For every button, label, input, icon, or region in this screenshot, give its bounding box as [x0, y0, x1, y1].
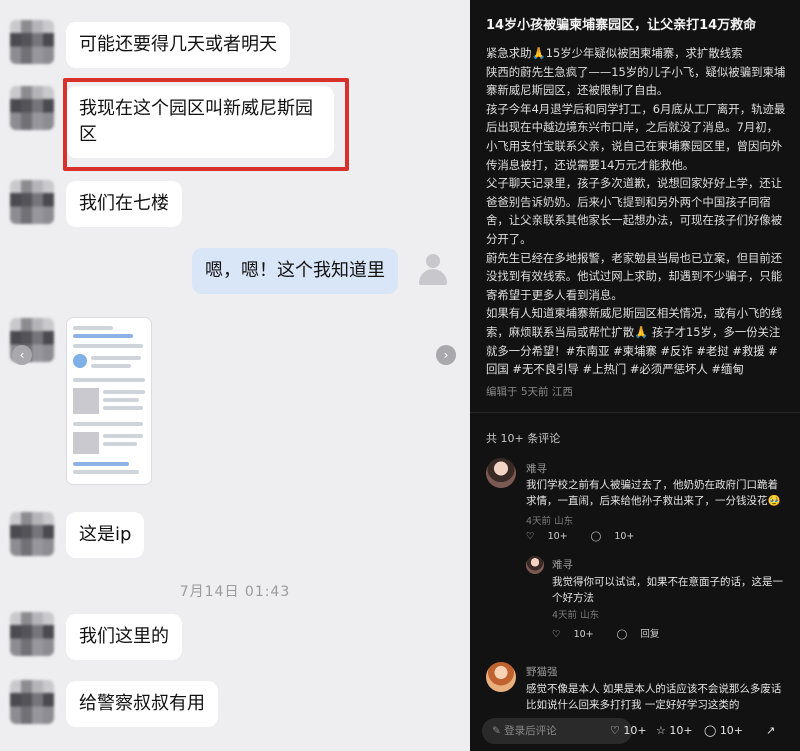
hashtag-link[interactable]: #必须严惩坏人	[630, 362, 712, 376]
reply-button[interactable]: ◯ 10+	[591, 531, 645, 542]
divider	[470, 412, 800, 413]
post-panel: 14岁小孩被骗柬埔寨园区，让父亲打14万救命 紧急求助🙏15岁少年疑似被困柬埔寨…	[470, 0, 800, 751]
reply-label: 回复	[640, 629, 660, 640]
bottom-action-bar: ✎ 登录后评论 ♡ 10+ ☆ 10+ ◯ 10+ ↗	[470, 715, 800, 751]
commenter-avatar[interactable]	[486, 662, 516, 692]
post-paragraph: 陕西的蔚先生急疯了——15岁的儿子小飞，疑似被骗到柬埔寨新威尼斯园区，还被限制了…	[486, 64, 786, 98]
star-icon: ☆	[656, 724, 666, 737]
comment-actions: ♡ 10+ ◯ 10+	[526, 531, 654, 542]
like-count: 10+	[623, 724, 647, 737]
commenter-name[interactable]: 难寻	[552, 557, 573, 572]
message-text: 给警察叔叔有用	[79, 693, 205, 714]
heart-icon: ♡	[610, 724, 620, 737]
comment-count: 10+	[719, 724, 744, 737]
hashtag-link[interactable]: #反诈	[660, 344, 696, 358]
hashtag-link[interactable]: #缅甸	[711, 362, 743, 376]
share-icon[interactable]: ↗	[766, 724, 775, 737]
comment-actions: ♡ 10+ ◯ 回复	[552, 626, 679, 640]
like-button[interactable]: ♡ 10+	[552, 629, 604, 640]
hashtag-link[interactable]: #东南亚	[566, 344, 613, 358]
right-arrow-icon[interactable]: ›	[436, 345, 456, 365]
image-thumbnail[interactable]	[67, 318, 151, 484]
heart-icon: ♡	[552, 629, 561, 640]
chat-timestamp: 7月14日 01:43	[179, 584, 291, 600]
avatar	[10, 680, 54, 724]
left-arrow-icon[interactable]: ‹	[12, 345, 32, 365]
commenter-name[interactable]: 难寻	[526, 461, 547, 476]
like-count: 10+	[547, 531, 568, 542]
message-text: 我们在七楼	[79, 193, 169, 214]
like-button[interactable]: ♡ 10+	[526, 531, 578, 542]
comment-button[interactable]: ◯ 10+	[704, 724, 743, 737]
comment-icon: ◯	[616, 629, 628, 640]
comment-text: 我觉得你可以试试，如果不在意面子的话，这是一个好方法	[552, 576, 783, 604]
reply-count: 10+	[614, 531, 635, 542]
post-paragraph: 孩子今年4月退学后和同学打工，6月底从工厂离开，轨迹最后出现在中越边境东兴市口岸…	[486, 101, 786, 172]
message-text: 嗯，嗯！这个我知道里	[205, 260, 385, 281]
chat-bubble: 给警察叔叔有用	[66, 681, 218, 727]
chat-screenshot: 可能还要得几天或者明天 我现在这个园区叫新威尼斯园区 我们在七楼 嗯，嗯！这个我…	[0, 0, 470, 751]
favorite-count: 10+	[669, 724, 693, 737]
chat-bubble-self: 嗯，嗯！这个我知道里	[192, 248, 398, 294]
hashtag-link[interactable]: #上热门	[583, 362, 630, 376]
post-paragraph: 紧急求助🙏15岁少年疑似被困柬埔寨，求扩散线索	[486, 46, 743, 60]
hashtag-link[interactable]: #无不良引导	[512, 362, 582, 376]
avatar	[10, 20, 54, 64]
commenter-name[interactable]: 野猫强	[526, 664, 558, 679]
hashtag-link[interactable]: #救援	[732, 344, 768, 358]
carousel-dots[interactable]	[205, 740, 261, 751]
like-button[interactable]: ♡ 10+	[610, 724, 647, 737]
chat-bubble: 这是ip	[66, 512, 145, 558]
edit-icon: ✎	[492, 725, 501, 737]
avatar	[10, 86, 54, 130]
favorite-button[interactable]: ☆ 10+	[656, 724, 693, 737]
commenter-avatar[interactable]	[486, 458, 516, 488]
message-text: 这是ip	[79, 524, 132, 545]
red-highlight-box	[63, 78, 349, 171]
comment-icon: ◯	[590, 531, 602, 542]
reply-button[interactable]: ◯ 回复	[617, 629, 670, 640]
hashtag-link[interactable]: #老挝	[696, 344, 732, 358]
hashtag-link[interactable]: #柬埔寨	[613, 344, 660, 358]
comment-meta: 4天前 山东	[552, 610, 600, 621]
post-paragraph-with-tags: 如果有人知道柬埔寨新威尼斯园区相关情况，或有小飞的线索，麻烦联系当局或帮忙扩散🙏…	[486, 304, 786, 378]
like-count: 10+	[573, 629, 594, 640]
comment-meta: 4天前 山东	[526, 516, 574, 527]
user-icon	[418, 254, 448, 286]
avatar	[10, 180, 54, 224]
post-body: 紧急求助🙏15岁少年疑似被困柬埔寨，求扩散线索 陕西的蔚先生急疯了——15岁的儿…	[486, 44, 786, 379]
comment-icon: ◯	[704, 724, 717, 737]
message-text: 我们这里的	[79, 626, 169, 647]
comment-text: 感觉不像是本人 如果是本人的话应该不会说那么多废话 比如说什么回来多打打我 一定…	[526, 683, 782, 711]
comment-count: 共 10+ 条评论	[486, 432, 561, 445]
avatar	[10, 512, 54, 556]
avatar	[10, 612, 54, 656]
post-title: 14岁小孩被骗柬埔寨园区，让父亲打14万救命	[486, 18, 757, 33]
message-text: 可能还要得几天或者明天	[79, 34, 277, 55]
post-meta: 编辑于 5天前 江西	[486, 386, 573, 398]
post-paragraph: 父子聊天记录里，孩子多次道歉，说想回家好好上学，还让爸爸别告诉奶奶。后来小飞提到…	[486, 176, 783, 246]
chat-bubble: 我们在七楼	[66, 181, 182, 227]
comment-input-placeholder: 登录后评论	[504, 725, 557, 737]
heart-icon: ♡	[526, 531, 535, 542]
chat-bubble: 我们这里的	[66, 614, 182, 660]
commenter-avatar[interactable]	[526, 556, 544, 574]
comment-text: 我们学校之前有人被骗过去了，他奶奶在政府门口跪着求情，一直闹，后来给他孙子救出来…	[526, 479, 781, 507]
chat-bubble: 可能还要得几天或者明天	[66, 22, 290, 68]
post-paragraph: 蔚先生已经在多地报警，老家勉县当局也已立案，但目前还没找到有效线索。他试过网上求…	[486, 250, 783, 302]
